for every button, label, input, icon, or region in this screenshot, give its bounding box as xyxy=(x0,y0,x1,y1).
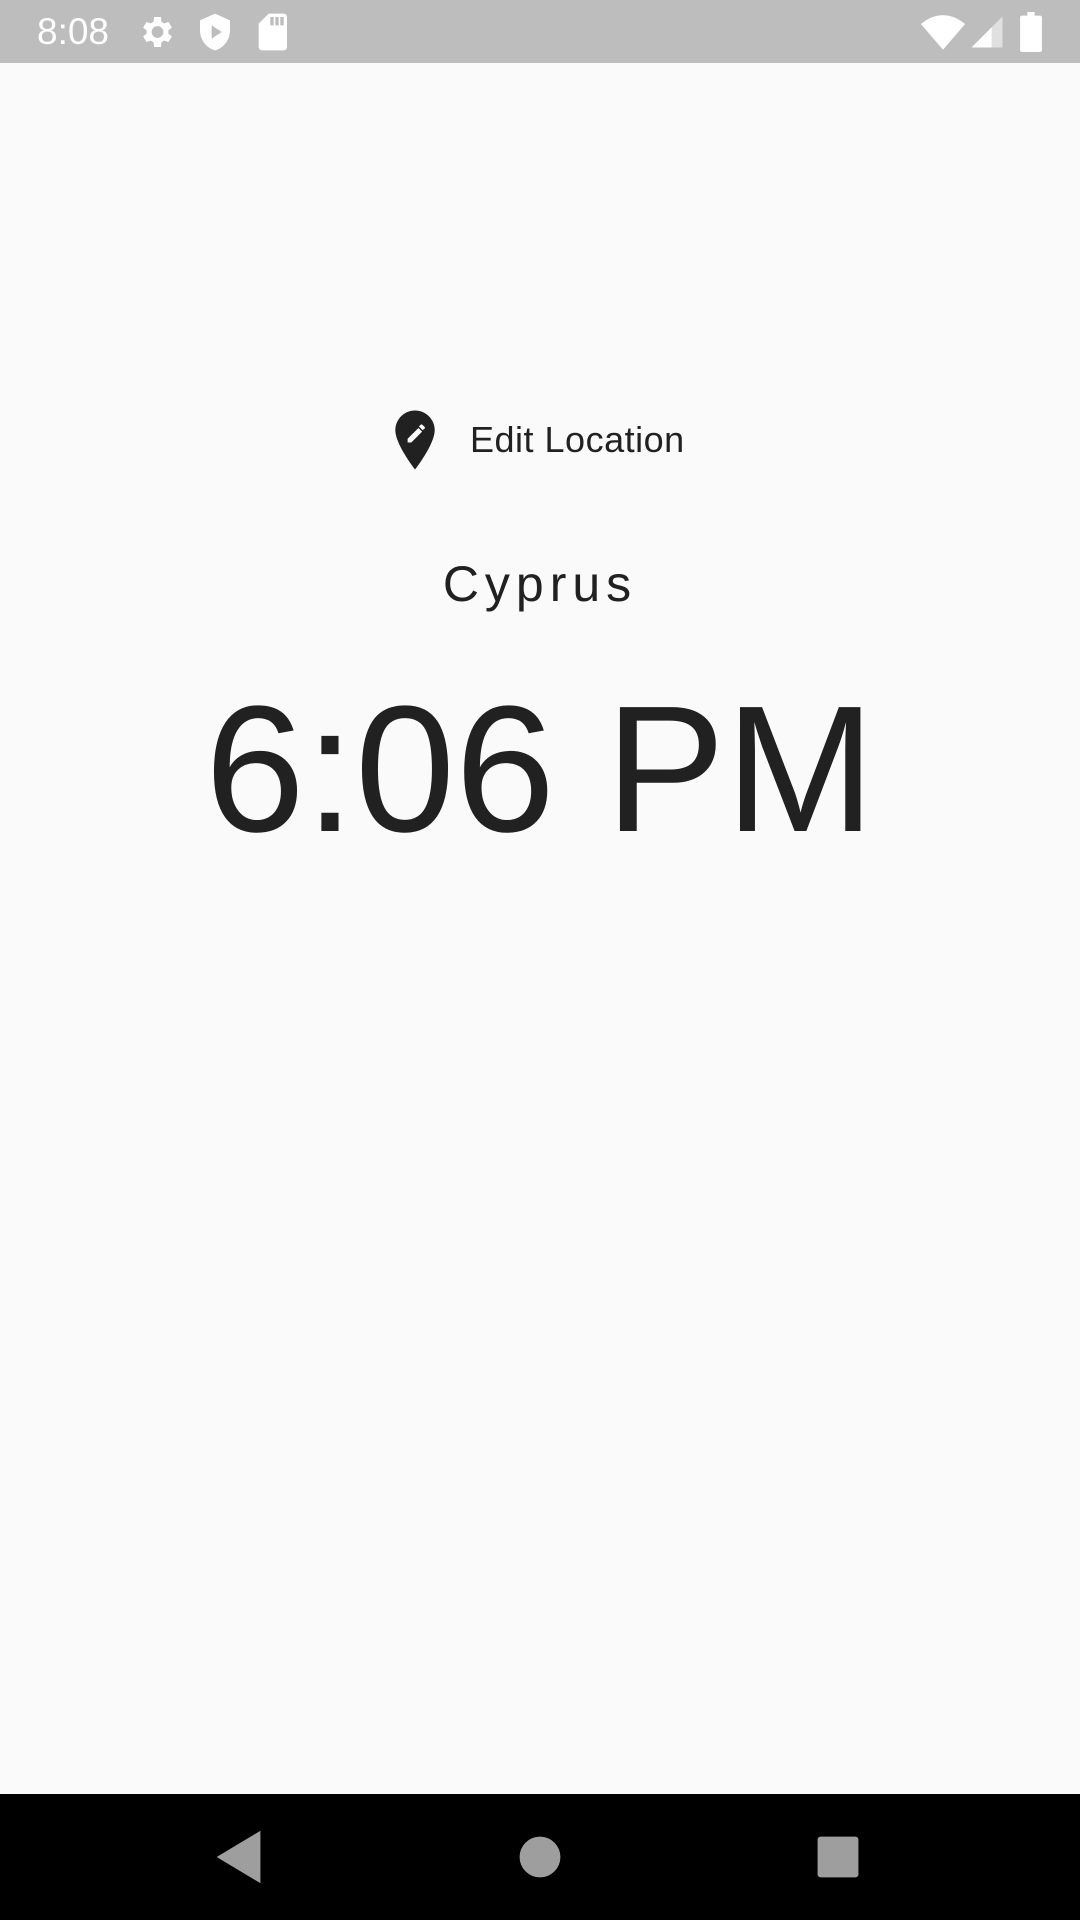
shield-play-icon xyxy=(195,12,235,52)
recents-icon[interactable] xyxy=(803,1822,873,1892)
signal-icon xyxy=(970,12,1004,52)
wifi-icon xyxy=(920,12,966,52)
status-bar: 8:08 xyxy=(0,0,1080,63)
screen: 8:08 Edit Location Cyprus 6:06 PM xyxy=(0,0,1080,1920)
edit-location-button[interactable]: Edit Location xyxy=(385,400,685,480)
settings-icon xyxy=(136,12,176,52)
battery-icon xyxy=(1020,12,1042,52)
status-time: 8:08 xyxy=(37,11,110,52)
back-icon[interactable] xyxy=(205,1822,275,1892)
time-display: 6:06 PM xyxy=(204,669,876,870)
edit-location-label: Edit Location xyxy=(470,419,685,460)
edit-location-icon xyxy=(385,408,445,472)
home-icon[interactable] xyxy=(505,1822,575,1892)
sd-card-icon xyxy=(254,12,290,52)
nav-bar xyxy=(0,1794,1080,1920)
location-name: Cyprus xyxy=(442,556,638,612)
